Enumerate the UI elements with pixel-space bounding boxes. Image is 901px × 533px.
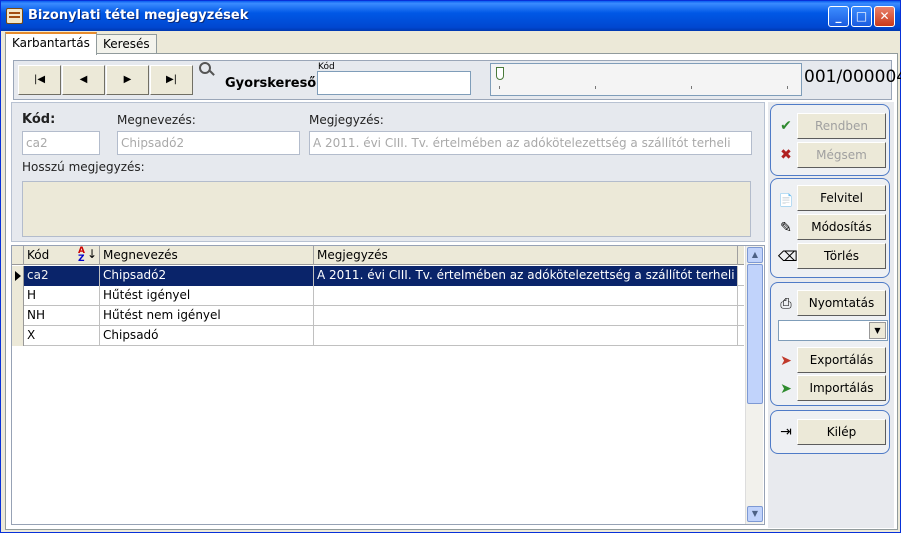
io-group: ⎙ Nyomtatás ▼ ➤ Exportálás ➤ Importálás — [770, 282, 890, 406]
cell-kod[interactable]: X — [24, 326, 100, 346]
tab-kereses[interactable]: Keresés — [96, 34, 157, 55]
megnevezes-field[interactable]: Chipsadó2 — [117, 131, 300, 155]
column-header-kod-label: Kód — [27, 248, 50, 262]
cross-icon: ✖ — [780, 147, 792, 163]
exit-group: ⇥ Kilép — [770, 410, 890, 454]
chevron-down-icon[interactable]: ▼ — [869, 322, 886, 339]
column-header-kod[interactable]: Kód AZ ↓ — [24, 246, 100, 265]
table-row[interactable]: NH Hűtést nem igényel — [12, 306, 744, 326]
close-button[interactable]: ✕ — [874, 6, 895, 27]
cell-megjegyzes[interactable] — [314, 326, 738, 346]
hosszu-megjegyzes-field[interactable] — [22, 181, 751, 237]
printer-icon: ⎙ — [780, 296, 792, 312]
record-position-slider[interactable] — [490, 63, 802, 96]
megjegyzes-field[interactable]: A 2011. évi CIII. Tv. értelmében az adók… — [309, 131, 752, 155]
cell-megjegyzes[interactable] — [314, 306, 738, 326]
export-icon: ➤ — [780, 353, 792, 369]
slider-thumb[interactable] — [496, 67, 504, 80]
magnifier-icon[interactable] — [199, 62, 211, 74]
next-record-button[interactable]: ▶ — [106, 65, 149, 95]
tab-karbantartas[interactable]: Karbantartás — [5, 32, 97, 55]
action-panel: ✔ Rendben ✖ Mégsem 📄 Felvitel ✎ Módosítá… — [768, 102, 894, 528]
megnevezes-label: Megnevezés: — [117, 113, 196, 127]
cell-megjegyzes[interactable]: A 2011. évi CIII. Tv. értelmében az adók… — [314, 266, 738, 286]
importalas-button[interactable]: Importálás — [797, 375, 886, 401]
cell-megjegyzes[interactable] — [314, 286, 738, 306]
maximize-button[interactable]: □ — [851, 6, 872, 27]
first-record-button[interactable]: |◀ — [18, 65, 61, 95]
column-header-megnevezes[interactable]: Megnevezés — [100, 246, 314, 265]
quicksearch-input[interactable] — [317, 71, 471, 95]
hosszu-megjegyzes-label: Hosszú megjegyzés: — [22, 160, 145, 174]
kod-field[interactable]: ca2 — [22, 131, 100, 155]
modositas-button[interactable]: Módosítás — [797, 214, 886, 240]
quicksearch-label: Gyorskereső: — [225, 76, 322, 91]
cell-kod[interactable]: ca2 — [24, 266, 100, 286]
nyomtatas-button[interactable]: Nyomtatás — [797, 290, 886, 316]
scroll-up-icon[interactable]: ▲ — [747, 247, 763, 263]
new-document-icon: 📄 — [778, 193, 794, 207]
row-indicator — [12, 306, 24, 326]
import-icon: ➤ — [780, 381, 792, 397]
rendben-button[interactable]: Rendben — [797, 113, 886, 139]
tab-panel: |◀ ◀ ▶ ▶| Kód Gyorskereső: 001/000004 Kó… — [5, 53, 901, 530]
sort-az-icon[interactable]: AZ — [78, 247, 85, 264]
table-row[interactable]: H Hűtést igényel — [12, 286, 744, 306]
felvitel-button[interactable]: Felvitel — [797, 185, 886, 211]
grid-header: Kód AZ ↓ Megnevezés Megjegyzés — [12, 246, 744, 265]
megjegyzes-label: Megjegyzés: — [309, 113, 384, 127]
cell-megnevezes[interactable]: Hűtést igényel — [100, 286, 314, 306]
edit-group: 📄 Felvitel ✎ Módosítás ⌫ Törlés — [770, 178, 890, 278]
delete-document-icon: ⌫ — [778, 249, 798, 265]
edit-document-icon: ✎ — [780, 220, 792, 236]
minimize-button[interactable]: _ — [828, 6, 849, 27]
column-header-megjegyzes[interactable]: Megjegyzés — [314, 246, 738, 265]
prev-record-button[interactable]: ◀ — [62, 65, 105, 95]
main-window: Bizonylati tétel megjegyzések _ □ ✕ Karb… — [0, 0, 901, 533]
scroll-down-icon[interactable]: ▼ — [747, 506, 763, 522]
record-counter: 001/000004 — [804, 67, 901, 87]
data-grid: Kód AZ ↓ Megnevezés Megjegyzés ca2 Chips… — [11, 245, 765, 525]
torles-button[interactable]: Törlés — [797, 243, 886, 269]
title-bar[interactable]: Bizonylati tétel megjegyzések _ □ ✕ — [1, 1, 900, 31]
slider-tick — [595, 86, 596, 89]
sort-arrow-icon: ↓ — [87, 247, 98, 261]
row-indicator — [12, 326, 24, 346]
kod-label: Kód: — [22, 112, 56, 127]
row-pointer-icon — [12, 266, 24, 286]
check-icon: ✔ — [780, 118, 792, 134]
cell-kod[interactable]: H — [24, 286, 100, 306]
window-title: Bizonylati tétel megjegyzések — [28, 8, 249, 23]
navigator-bar: |◀ ◀ ▶ ▶| Kód Gyorskereső: 001/000004 — [13, 60, 901, 100]
cell-megnevezes[interactable]: Hűtést nem igényel — [100, 306, 314, 326]
row-indicator — [12, 286, 24, 306]
exportalas-button[interactable]: Exportálás — [797, 347, 886, 373]
table-row[interactable]: X Chipsadó — [12, 326, 744, 346]
app-icon — [6, 8, 23, 24]
kilep-button[interactable]: Kilép — [797, 419, 886, 445]
scroll-thumb[interactable] — [747, 264, 763, 404]
header-indicator — [12, 246, 24, 265]
cell-megnevezes[interactable]: Chipsadó — [100, 326, 314, 346]
vertical-scrollbar[interactable]: ▲ ▼ — [745, 246, 763, 524]
megsem-button[interactable]: Mégsem — [797, 142, 886, 168]
slider-tick — [787, 86, 788, 89]
slider-tick — [499, 86, 500, 89]
print-template-select[interactable]: ▼ — [778, 320, 888, 341]
cell-kod[interactable]: NH — [24, 306, 100, 326]
last-record-button[interactable]: ▶| — [150, 65, 193, 95]
detail-form: Kód: ca2 Megnevezés: Chipsadó2 Megjegyzé… — [11, 102, 765, 242]
slider-tick — [691, 86, 692, 89]
cell-megnevezes[interactable]: Chipsadó2 — [100, 266, 314, 286]
table-row[interactable]: ca2 Chipsadó2 A 2011. évi CIII. Tv. érte… — [12, 266, 744, 286]
confirm-group: ✔ Rendben ✖ Mégsem — [770, 104, 890, 176]
exit-door-icon: ⇥ — [780, 424, 792, 440]
